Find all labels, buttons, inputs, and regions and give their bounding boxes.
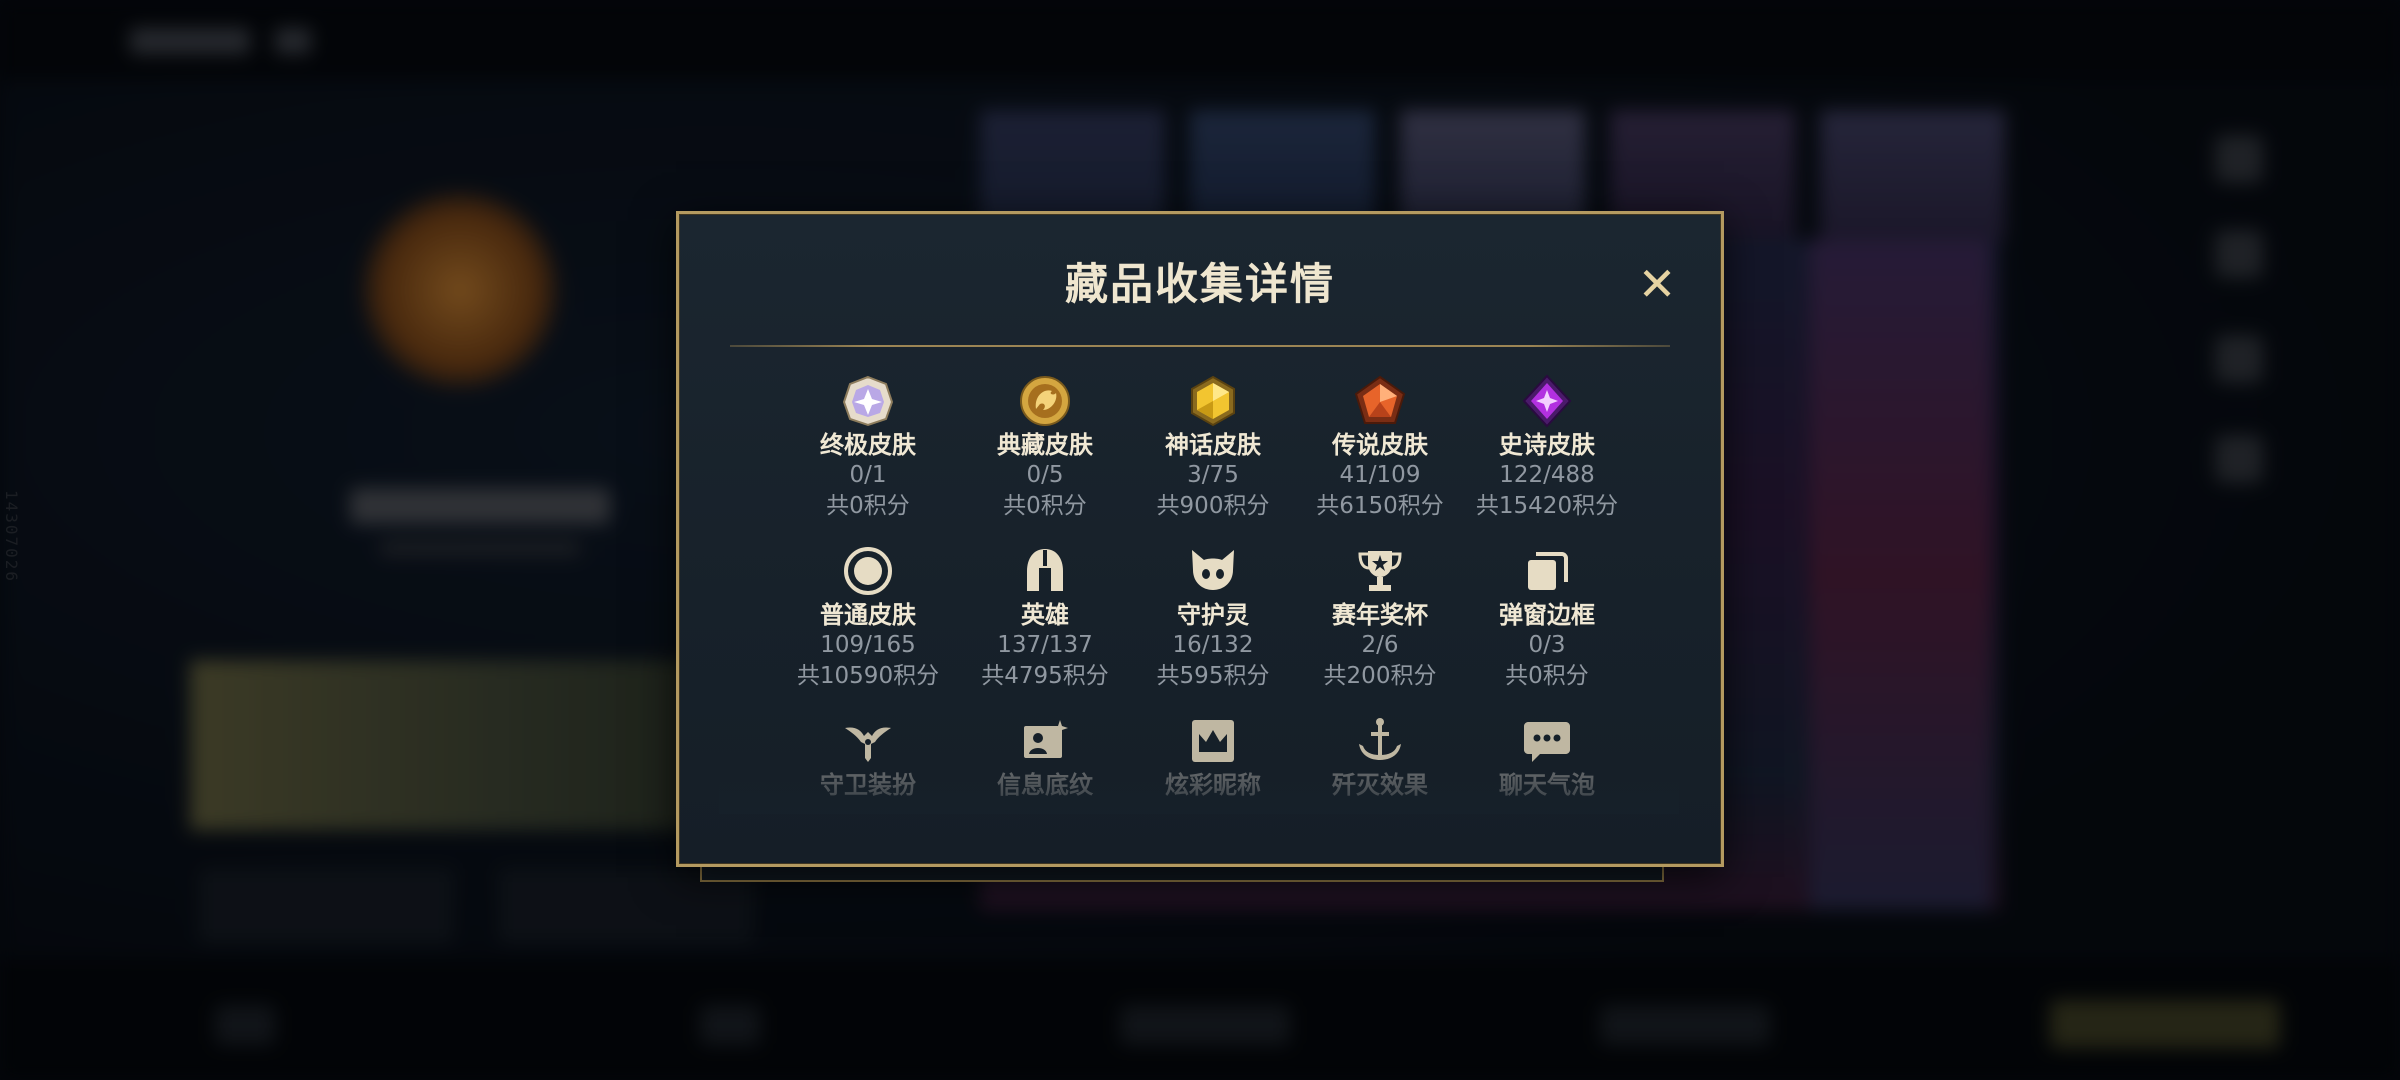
- item-name: 守护灵: [1177, 601, 1249, 629]
- item-points: 共4795积分: [981, 663, 1109, 689]
- prestige-skin-icon: [1020, 376, 1070, 426]
- item-name: 赛年奖杯: [1332, 601, 1428, 629]
- collection-item-ward-skin[interactable]: 守卫装扮: [778, 714, 958, 800]
- item-count: 0/5: [1026, 462, 1064, 488]
- collection-item-legendary-skin[interactable]: 传说皮肤 41/109 共6150积分: [1290, 374, 1470, 522]
- item-count: 137/137: [997, 632, 1093, 658]
- collection-item-guardian[interactable]: 守护灵 16/132 共595积分: [1123, 544, 1303, 692]
- collection-item-mythic-skin[interactable]: 神话皮肤 3/75 共900积分: [1123, 374, 1303, 522]
- collection-item-popup-frame[interactable]: 弹窗边框 0/3 共0积分: [1457, 544, 1637, 692]
- title-divider: [730, 345, 1670, 347]
- item-name: 炫彩昵称: [1165, 771, 1261, 799]
- collection-item-season-trophy[interactable]: 赛年奖杯 2/6 共200积分: [1290, 544, 1470, 692]
- collection-item-chat-bubble[interactable]: 聊天气泡: [1457, 714, 1637, 800]
- collection-item-info-card[interactable]: 信息底纹: [955, 714, 1135, 800]
- item-points: 共0积分: [1505, 663, 1589, 689]
- item-name: 英雄: [1021, 601, 1069, 629]
- crown-nameplate-icon: [1192, 720, 1234, 762]
- collection-item-champion[interactable]: 英雄 137/137 共4795积分: [955, 544, 1135, 692]
- item-name: 终极皮肤: [820, 431, 916, 459]
- item-count: 122/488: [1499, 462, 1595, 488]
- item-count: 41/109: [1339, 462, 1421, 488]
- item-count: 16/132: [1172, 632, 1254, 658]
- standard-skin-icon: [844, 547, 892, 595]
- item-name: 传说皮肤: [1332, 431, 1428, 459]
- ward-skin-icon: [845, 727, 891, 762]
- item-count: 109/165: [820, 632, 916, 658]
- popup-frame-icon: [1528, 552, 1568, 590]
- item-count: 0/3: [1528, 632, 1566, 658]
- item-count: 2/6: [1361, 632, 1399, 658]
- guardian-spirit-icon: [1192, 550, 1234, 590]
- item-points: 共10590积分: [796, 663, 940, 689]
- modal-bottom-edge: [700, 866, 1664, 882]
- close-button[interactable]: ✕: [1637, 261, 1677, 307]
- item-points: 共200积分: [1323, 663, 1437, 689]
- item-points: 共15420积分: [1475, 493, 1619, 519]
- collection-details-modal: 藏品收集详情 ✕ 终极皮肤 0/1 共0积分 典藏皮肤 0/5 共0积分 神话皮…: [676, 211, 1724, 867]
- item-points: 共595积分: [1156, 663, 1270, 689]
- ultimate-skin-icon: [842, 375, 894, 427]
- collection-item-standard-skin[interactable]: 普通皮肤 109/165 共10590积分: [778, 544, 958, 692]
- item-points: 共0积分: [826, 493, 910, 519]
- collection-item-ultimate-skin[interactable]: 终极皮肤 0/1 共0积分: [778, 374, 958, 522]
- item-points: 共0积分: [1003, 493, 1087, 519]
- champion-helmet-icon: [1027, 549, 1063, 591]
- info-card-icon: [1024, 720, 1068, 758]
- collection-item-crown-nameplate[interactable]: 炫彩昵称: [1123, 714, 1303, 800]
- item-count: 0/1: [849, 462, 887, 488]
- collection-item-elimination-effect[interactable]: 歼灭效果: [1290, 714, 1470, 800]
- item-name: 歼灭效果: [1332, 771, 1428, 799]
- item-name: 信息底纹: [997, 771, 1093, 799]
- item-count: 3/75: [1187, 462, 1239, 488]
- collection-item-prestige-skin[interactable]: 典藏皮肤 0/5 共0积分: [955, 374, 1135, 522]
- item-name: 守卫装扮: [820, 771, 916, 799]
- item-points: 共6150积分: [1316, 493, 1444, 519]
- item-points: 共900积分: [1156, 493, 1270, 519]
- modal-title: 藏品收集详情: [1065, 260, 1335, 310]
- item-name: 神话皮肤: [1165, 431, 1261, 459]
- anchor-effect-icon: [1359, 718, 1401, 760]
- collection-item-epic-skin[interactable]: 史诗皮肤 122/488 共15420积分: [1457, 374, 1637, 522]
- trophy-icon: [1358, 551, 1402, 591]
- item-name: 普通皮肤: [820, 601, 916, 629]
- item-name: 史诗皮肤: [1499, 431, 1595, 459]
- mythic-skin-icon: [1191, 375, 1235, 427]
- epic-skin-icon: [1522, 374, 1572, 428]
- chat-bubble-icon: [1524, 722, 1570, 762]
- item-name: 弹窗边框: [1499, 601, 1595, 629]
- legendary-skin-icon: [1354, 375, 1406, 424]
- item-name: 典藏皮肤: [997, 431, 1093, 459]
- item-name: 聊天气泡: [1499, 771, 1595, 799]
